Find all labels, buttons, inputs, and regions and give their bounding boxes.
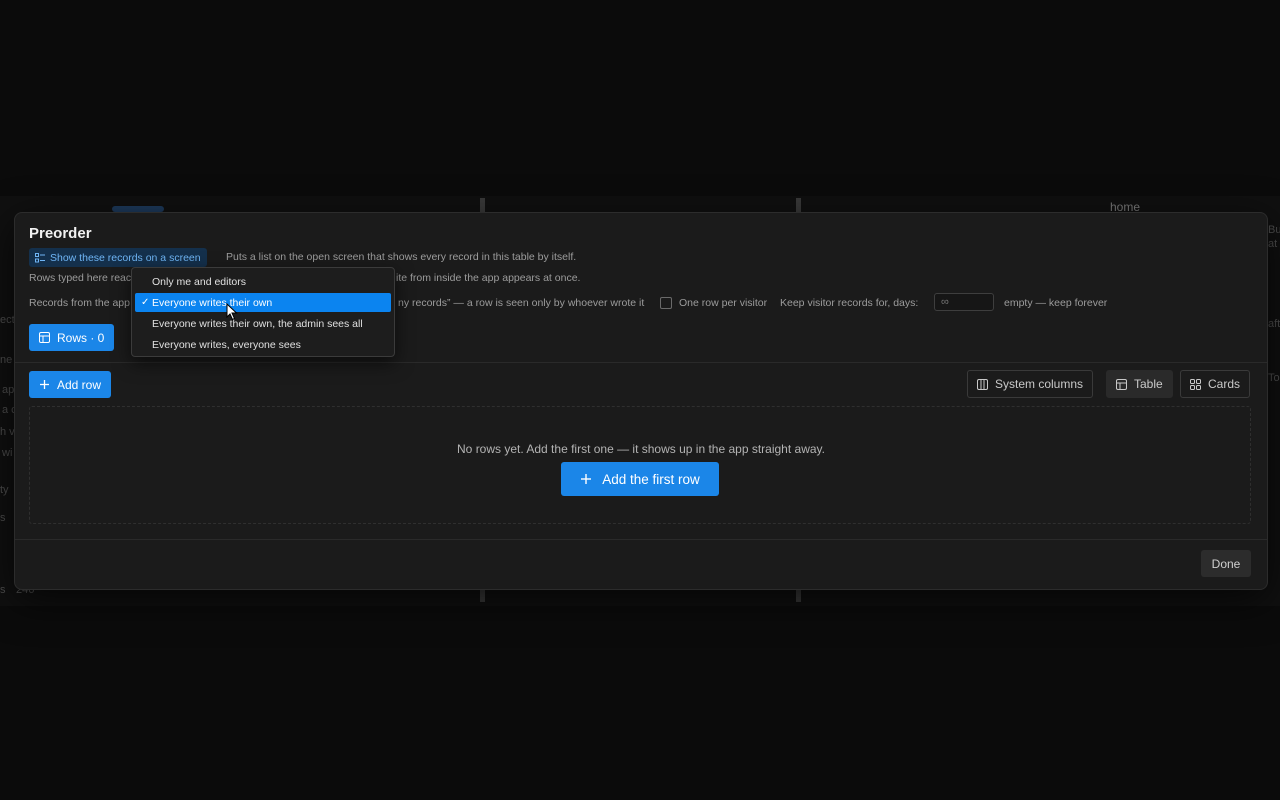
background-fragment: ap [2, 384, 15, 396]
dropdown-option-only-me[interactable]: Only me and editors [135, 272, 391, 291]
rows-typed-text-end: ite from inside the app appears at once. [396, 272, 581, 284]
mouse-cursor-icon [226, 303, 238, 321]
visibility-dropdown: Only me and editors ✓ Everyone writes th… [131, 267, 395, 357]
rows-typed-text: Rows typed here reac [29, 272, 132, 284]
empty-state-text: No rows yet. Add the first one — it show… [457, 442, 825, 456]
table-view-label: Table [1134, 377, 1163, 391]
option-label: Everyone writes, everyone sees [152, 338, 301, 351]
plus-icon [40, 380, 49, 389]
rows-button[interactable]: Rows · 0 [29, 324, 115, 351]
footer-divider [15, 539, 1267, 540]
add-row-button[interactable]: Add row [29, 371, 112, 398]
background-fragment: aft [1268, 318, 1280, 330]
keep-days-input[interactable] [934, 293, 994, 311]
add-first-row-button[interactable]: Add the first row [561, 462, 719, 496]
background-fragment: at [1268, 238, 1278, 250]
columns-icon [977, 378, 988, 390]
show-records-description: Puts a list on the open screen that show… [226, 251, 577, 263]
one-row-per-visitor-checkbox[interactable] [660, 297, 672, 309]
background-fragment: h v [0, 426, 15, 438]
records-visibility-hint: ny records” — a row is seen only by whoe… [398, 297, 645, 309]
table-view-button[interactable]: Table [1106, 370, 1173, 398]
background-fragment: To [1268, 372, 1280, 384]
system-columns-button[interactable]: System columns [967, 370, 1094, 398]
records-from-app-label: Records from the app [29, 297, 130, 309]
done-button[interactable]: Done [1201, 550, 1251, 577]
background-fragment: ne [0, 354, 13, 366]
background-fragment: s [0, 584, 6, 596]
table-icon [39, 332, 50, 343]
show-records-label: Show these records on a screen [50, 251, 201, 264]
option-label: Everyone writes their own [152, 296, 273, 309]
background-fragment: ty [0, 484, 9, 496]
dropdown-option-everyone-writes-own[interactable]: ✓ Everyone writes their own [135, 293, 391, 312]
background-fragment: ect [0, 314, 15, 326]
one-row-per-visitor-label: One row per visitor [679, 297, 768, 309]
background-fragment: wi [2, 447, 13, 459]
modal-title: Preorder [29, 225, 92, 242]
cards-view-label: Cards [1208, 377, 1241, 391]
system-columns-label: System columns [995, 377, 1084, 391]
add-first-row-label: Add the first row [602, 471, 700, 487]
dropdown-option-everyone-sees[interactable]: Everyone writes, everyone sees [135, 335, 391, 354]
rows-button-label: Rows · 0 [57, 330, 105, 345]
plus-icon [581, 474, 592, 484]
dropdown-option-admin-sees-all[interactable]: Everyone writes their own, the admin see… [135, 314, 391, 333]
cards-view-button[interactable]: Cards [1180, 370, 1251, 398]
checkmark-icon: ✓ [141, 297, 150, 308]
keep-days-hint: empty — keep forever [1004, 297, 1108, 309]
keep-days-label: Keep visitor records for, days: [780, 297, 919, 309]
table-icon [1116, 378, 1127, 390]
background-fragment: Bu [1268, 224, 1280, 236]
option-label: Everyone writes their own, the admin see… [152, 317, 363, 330]
option-label: Only me and editors [152, 275, 246, 288]
add-row-label: Add row [57, 377, 102, 392]
show-records-button[interactable]: Show these records on a screen [29, 248, 207, 267]
divider [15, 362, 1267, 363]
grid-icon [1190, 378, 1201, 390]
background-fragment: s [0, 512, 6, 524]
list-icon [35, 252, 45, 262]
